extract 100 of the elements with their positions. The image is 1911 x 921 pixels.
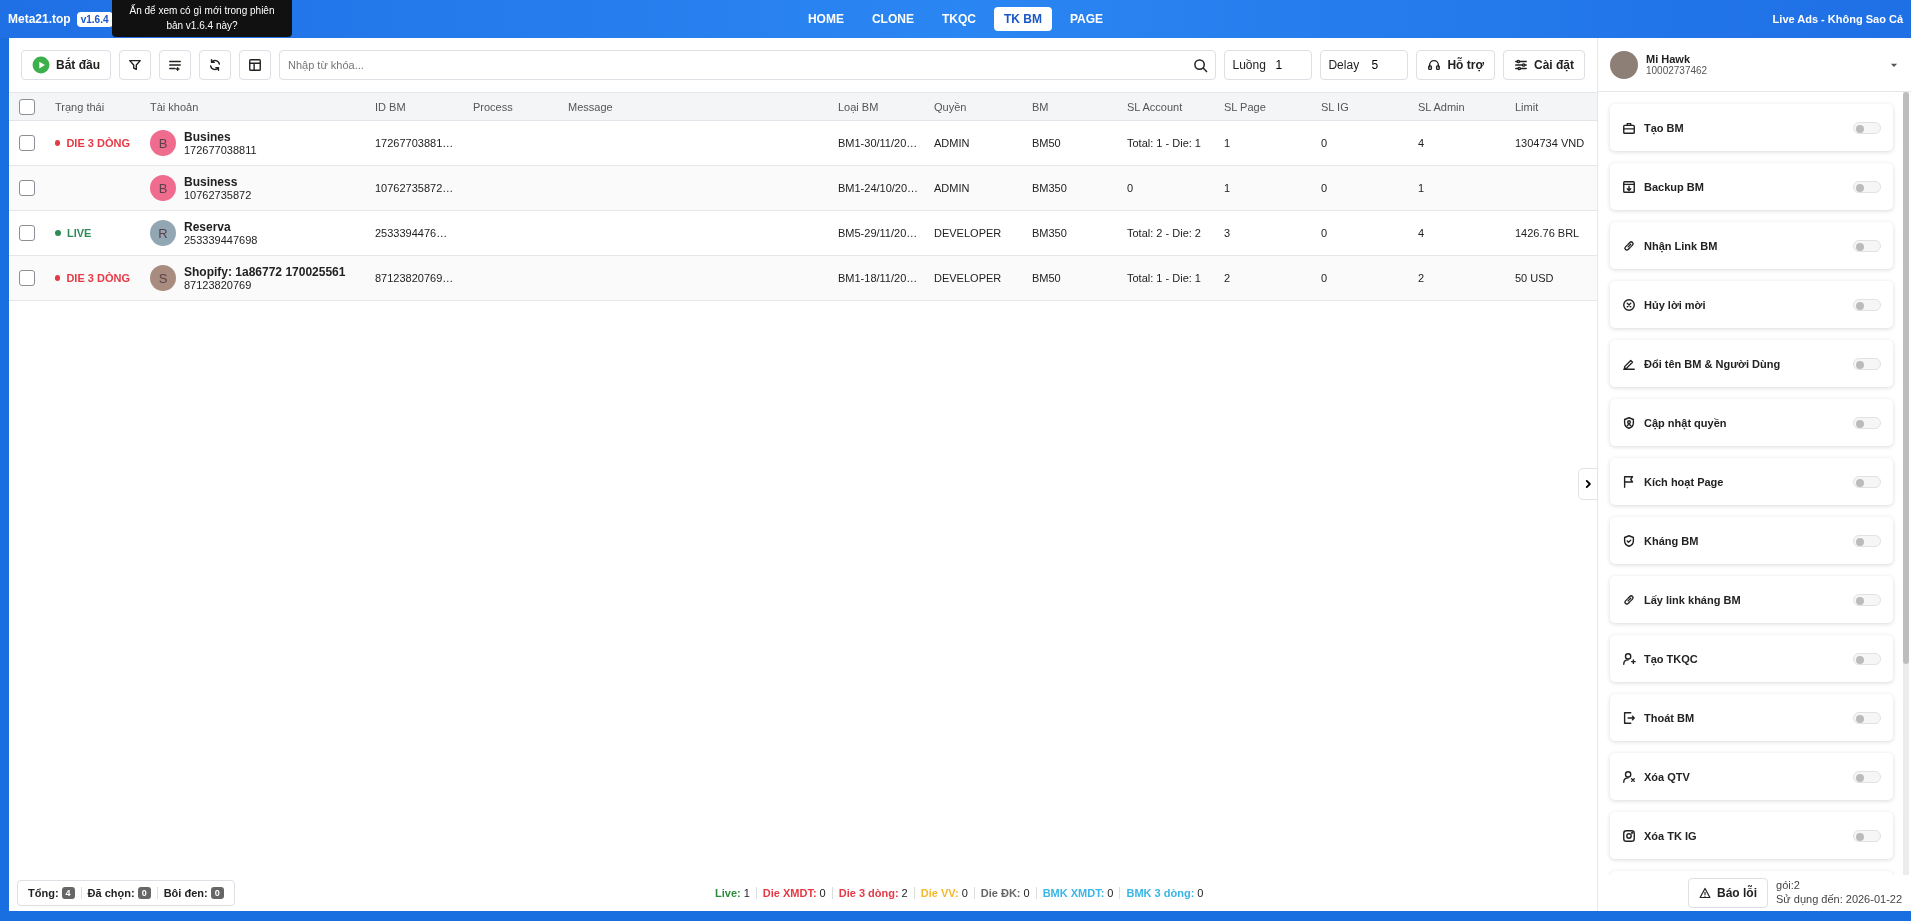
row-checkbox[interactable] [19, 225, 35, 241]
account-id: 10762735872 [184, 189, 252, 201]
user-remove-icon [1622, 769, 1636, 784]
version-badge: v1.6.4 [76, 11, 113, 27]
download-box-icon [1622, 179, 1636, 194]
layout-button[interactable] [239, 50, 271, 80]
stat-value: 0 [819, 887, 826, 899]
table-cell: BM350 [1032, 182, 1067, 194]
count-label: Tổng: [28, 887, 59, 899]
toggle-switch[interactable] [1853, 652, 1881, 665]
refresh-button[interactable] [199, 50, 231, 80]
profile-id: 10002737462 [1646, 65, 1708, 76]
table-cell: 0 [1321, 182, 1328, 194]
toggle-switch[interactable] [1853, 239, 1881, 252]
table-cell: DEVELOPER [934, 272, 1002, 284]
table-cell: BM1-30/11/20… [838, 137, 918, 149]
exit-icon [1622, 710, 1636, 725]
option-label: Hủy lời mời [1644, 298, 1706, 311]
cancel-icon [1622, 297, 1636, 312]
toggle-switch[interactable] [1853, 770, 1881, 783]
stat-value: 0 [1197, 887, 1204, 899]
profile-photo [1610, 50, 1638, 79]
table-cell: 3 [1224, 227, 1231, 239]
nav-tab[interactable]: TK BM [993, 7, 1052, 31]
report-error-button[interactable]: Báo lỗi [1688, 878, 1768, 908]
table-cell: DEVELOPER [934, 227, 1002, 239]
toggle-switch[interactable] [1853, 829, 1881, 842]
toggle-switch[interactable] [1853, 475, 1881, 488]
select-all-checkbox[interactable] [19, 98, 35, 115]
toggle-switch[interactable] [1853, 121, 1881, 134]
toggle-switch[interactable] [1853, 180, 1881, 193]
table-cell: Total: 2 - Die: 2 [1127, 227, 1201, 239]
option-label: Cập nhật quyền [1644, 416, 1727, 429]
table-cell: 50 USD [1515, 272, 1554, 284]
search-icon [1193, 58, 1209, 73]
column-header: ID BM [365, 93, 463, 121]
tooltip: Ấn để xem có gì mới trong phiên bản v1.6.4 này? [112, 0, 292, 37]
row-checkbox[interactable] [19, 180, 35, 196]
table-cell: 87123820769… [375, 272, 454, 284]
toggle-switch[interactable] [1853, 534, 1881, 547]
flag-icon [1622, 474, 1636, 489]
toggle-switch[interactable] [1853, 711, 1881, 724]
stat-label: Die ĐK: [980, 887, 1021, 899]
table-cell: Total: 1 - Die: 1 [1127, 137, 1201, 149]
threads-label: Luồng [1232, 58, 1266, 72]
option-label: Thoát BM [1644, 711, 1695, 724]
stat-label: Die 3 dòng: [838, 887, 899, 899]
collapse-panel-button[interactable] [1578, 468, 1598, 500]
table-cell: 0 [1321, 272, 1328, 284]
start-button[interactable]: Bắt đầu [21, 50, 111, 80]
nav-tab[interactable]: CLONE [861, 7, 924, 31]
search-field[interactable]: Nhập từ khóa... [279, 50, 1217, 80]
sliders-icon [1514, 58, 1528, 72]
count-badge: 0 [210, 887, 224, 899]
count-label: Đã chọn: [87, 887, 135, 899]
account-id: 253339447698 [184, 234, 258, 246]
nav-tab[interactable]: TKQC [931, 7, 986, 31]
profile-name: Mi Hawk [1646, 53, 1691, 65]
layout-icon [248, 58, 262, 72]
account-name: Business [184, 175, 239, 189]
toggle-switch[interactable] [1853, 298, 1881, 311]
stat-label: Die VV: [920, 887, 959, 899]
link-icon [1622, 238, 1636, 253]
column-header: SL Admin [1408, 93, 1505, 121]
stat-label: Die XMDT: [762, 887, 817, 899]
user-shield-icon [1622, 415, 1636, 430]
option-label: Lấy link kháng BM [1644, 593, 1741, 606]
settings-button[interactable]: Cài đặt [1503, 50, 1585, 80]
stat-value: 1 [743, 887, 750, 899]
account-id: 172677038811 [184, 144, 257, 156]
table-cell: 2533394476… [375, 227, 448, 239]
count-badge: 4 [61, 887, 75, 899]
nav-tab[interactable]: PAGE [1059, 7, 1114, 31]
account-id: 87123820769 [184, 279, 253, 291]
toggle-switch[interactable] [1853, 416, 1881, 429]
filter-icon [128, 58, 142, 72]
toggle-switch[interactable] [1853, 357, 1881, 370]
option-label: Tạo BM [1644, 121, 1684, 134]
play-icon [32, 56, 50, 74]
row-checkbox[interactable] [19, 135, 35, 151]
sliders-icon [168, 58, 182, 72]
stat-value: 0 [961, 887, 968, 899]
column-header: SL IG [1311, 93, 1408, 121]
toggle-switch[interactable] [1853, 593, 1881, 606]
stat-label: Live: [715, 887, 741, 899]
account-name: Reserva [184, 220, 232, 234]
row-checkbox[interactable] [19, 270, 35, 286]
nav-tab[interactable]: HOME [797, 7, 854, 31]
table-cell: 1 [1224, 137, 1231, 149]
scrollbar[interactable] [1903, 92, 1909, 875]
table-cell: 1304734 VND [1515, 137, 1585, 149]
warning-icon [1699, 887, 1711, 899]
filter-button[interactable] [119, 50, 151, 80]
column-options-button[interactable] [159, 50, 191, 80]
shield-check-icon [1622, 533, 1636, 548]
table-cell: BM50 [1032, 272, 1061, 284]
support-button[interactable]: Hỗ trợ [1416, 50, 1495, 80]
table-cell: 1426.76 BRL [1515, 227, 1580, 239]
column-header: SL Account [1117, 93, 1214, 121]
table-cell: 17267703881… [375, 137, 454, 149]
